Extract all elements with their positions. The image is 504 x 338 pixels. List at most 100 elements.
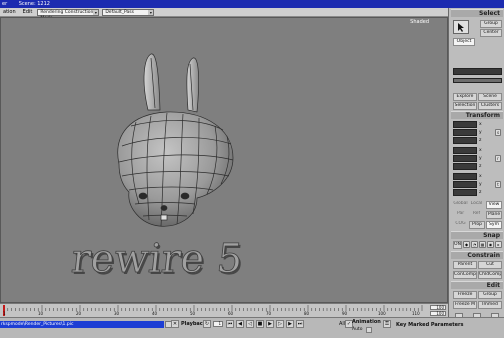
tick-label: 110	[412, 311, 420, 316]
tick-label: 90	[342, 311, 348, 316]
tick-label: 40	[152, 311, 158, 316]
translate-z-field[interactable]	[453, 189, 477, 196]
scene-button[interactable]: Scene	[478, 93, 502, 101]
scale-y-label: y	[479, 130, 482, 135]
menu-edit[interactable]: Edit	[21, 9, 35, 15]
rotate-y-label: y	[479, 156, 482, 161]
prev-key-icon[interactable]: ◀	[236, 320, 244, 328]
stop-icon[interactable]: ■	[256, 320, 264, 328]
global-button[interactable]: Global	[453, 201, 468, 209]
selection-subfield[interactable]	[453, 78, 502, 83]
selection-field[interactable]	[453, 68, 502, 75]
auto-key-icon[interactable]	[366, 327, 372, 333]
center-button[interactable]: Center	[480, 29, 502, 37]
play-icon[interactable]: ▶	[266, 320, 274, 328]
rotate-knob[interactable]: r	[495, 155, 501, 162]
edit-group-button[interactable]: Group	[478, 291, 502, 299]
translate-z-label: z	[479, 190, 482, 195]
rotate-z-field[interactable]	[453, 163, 477, 170]
snap-curve-icon[interactable]: ◔	[471, 241, 478, 248]
view-button[interactable]: View	[486, 201, 502, 209]
snap-point-icon[interactable]: ◆	[463, 241, 470, 248]
3d-viewport[interactable]: Shaded rewire 5 rewire 5	[0, 17, 448, 303]
status-bar: rkspmode\Render_Pictures\1.pic ✕ Playbac…	[0, 317, 504, 338]
render-path-field[interactable]: rkspmode\Render_Pictures\1.pic	[0, 321, 164, 328]
selection-button[interactable]: Selection	[453, 102, 477, 110]
translate-y-field[interactable]	[453, 181, 477, 188]
tick-label: 1	[3, 311, 6, 316]
end-frame-field[interactable]: 100	[430, 305, 446, 310]
chldcomp-button[interactable]: ChldComp	[478, 271, 502, 279]
select-section-header[interactable]: Select	[451, 9, 503, 17]
rotate-z-label: z	[479, 164, 482, 169]
mute-icon[interactable]: ✕	[171, 320, 179, 328]
snap-options-icon[interactable]: ▸	[495, 241, 502, 248]
next-frame-icon[interactable]: ▷	[276, 320, 284, 328]
chevron-down-icon: ▾	[148, 9, 154, 15]
snap-grid-icon[interactable]: ▦	[479, 241, 486, 248]
transform-section-header[interactable]: Transform	[451, 111, 503, 119]
select-arrow-icon[interactable]	[453, 20, 469, 34]
prev-frame-icon[interactable]: ◁	[246, 320, 254, 328]
last-frame-icon[interactable]: ⏭	[296, 320, 304, 328]
object-button[interactable]: Object	[453, 38, 475, 46]
scale-knob[interactable]: s	[495, 129, 501, 136]
sym-button[interactable]: Sym	[486, 221, 502, 229]
menu-bar: ation Edit Rendering Construction Mode ▾…	[0, 8, 448, 21]
group-button[interactable]: Group	[480, 20, 502, 28]
scale-x-field[interactable]	[453, 121, 477, 128]
constrain-section-header[interactable]: Constrain	[451, 251, 503, 259]
scale-z-label: z	[479, 138, 482, 143]
immed-button[interactable]: Immed	[478, 301, 502, 309]
parent-button[interactable]: Parent	[453, 261, 477, 269]
cog-button[interactable]: COG	[453, 221, 468, 229]
freeze-button[interactable]: Freeze	[453, 291, 477, 299]
first-frame-icon[interactable]: ⏮	[226, 320, 234, 328]
explore-button[interactable]: Explore	[453, 93, 477, 101]
rabbit-head-mesh	[117, 53, 234, 227]
pass-select[interactable]: Default_Pass ▾	[102, 8, 155, 16]
key-icon[interactable]: ⚿	[383, 320, 391, 328]
edit-section-header[interactable]: Edit	[451, 281, 503, 289]
timeline[interactable]: 1 10 20 30 40 50 60 70 80 90 100 110 100…	[0, 303, 448, 317]
tick-label: 70	[266, 311, 272, 316]
pass-value: Default_Pass	[105, 9, 134, 15]
loop-icon[interactable]: ↻	[203, 320, 211, 328]
key-marked-parameters-label[interactable]: Key Marked Parameters	[396, 322, 463, 328]
construction-mode-select[interactable]: Rendering Construction Mode ▾	[37, 8, 100, 21]
snap-surface-icon[interactable]: ◉	[487, 241, 494, 248]
rotate-y-field[interactable]	[453, 155, 477, 162]
scale-z-field[interactable]	[453, 137, 477, 144]
plane-button[interactable]: Plane	[486, 211, 502, 219]
tick-label: 50	[190, 311, 196, 316]
freeze-m-button[interactable]: Freeze M	[453, 301, 477, 309]
cut-button[interactable]: Cut	[478, 261, 502, 269]
translate-y-label: y	[479, 182, 482, 187]
local-button[interactable]: Local	[469, 201, 484, 209]
translate-x-label: x	[479, 174, 482, 179]
scale-y-field[interactable]	[453, 129, 477, 136]
translate-knob[interactable]: t	[495, 181, 501, 188]
concomp-button[interactable]: ConComp	[453, 271, 477, 279]
current-frame-field[interactable]: 1	[213, 321, 223, 327]
end-frame-field-2[interactable]: 100	[430, 311, 446, 316]
snap-section-header[interactable]: Snap	[451, 231, 503, 239]
next-key-icon[interactable]: ▶	[286, 320, 294, 328]
auto-label[interactable]: Auto	[352, 327, 362, 332]
control-panel: Select Group Center Object Explore Scene…	[448, 8, 504, 330]
wireframe-model: rewire 5 rewire 5	[69, 53, 247, 284]
scene-label: Scene: 1212	[18, 1, 50, 7]
translate-x-field[interactable]	[453, 173, 477, 180]
par-button[interactable]: Par	[453, 211, 468, 219]
rotate-x-label: x	[479, 148, 482, 153]
logo-text: rewire 5	[69, 236, 245, 282]
ref-button[interactable]: Ref	[469, 211, 484, 219]
menu-animation[interactable]: ation	[1, 9, 18, 15]
chevron-down-icon: ▾	[93, 9, 99, 15]
clusters-button[interactable]: Clusters	[478, 102, 502, 110]
animation-label[interactable]: Animation	[352, 319, 381, 325]
rotate-x-field[interactable]	[453, 147, 477, 154]
snap-on-button[interactable]: ON	[453, 241, 462, 249]
prop-button[interactable]: Prop	[469, 221, 485, 229]
tick-label: 60	[228, 311, 234, 316]
